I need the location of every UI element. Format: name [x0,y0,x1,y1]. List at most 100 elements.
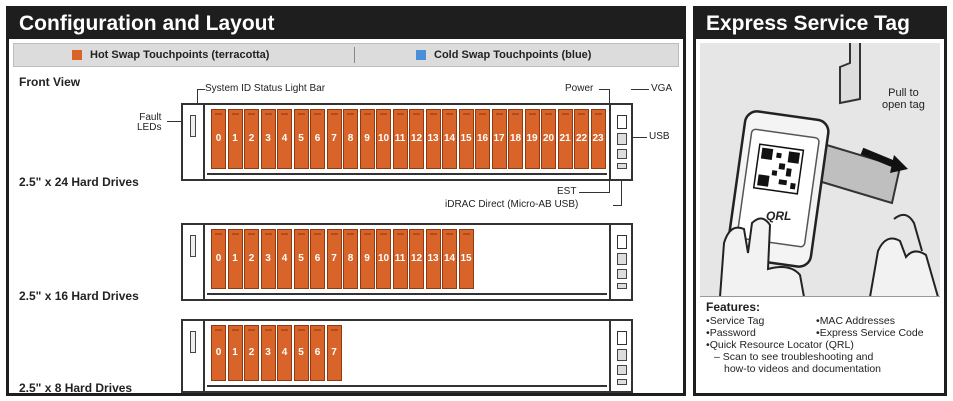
drive-bay-handle [264,233,272,235]
drive-bay-number: 16 [476,133,489,144]
drive-bay-number: 1 [232,347,238,358]
express-service-tag-title: Express Service Tag [696,9,944,39]
legend-cold-swap-label: Cold Swap Touchpoints (blue) [434,49,592,61]
feature-qrl-note-1: – Scan to see troubleshooting and [714,351,874,363]
service-tag-drawing [719,43,939,296]
drive-bay-number: 7 [331,133,337,144]
drive-bay-handle [264,113,272,115]
drive-bay-handle [396,113,404,115]
drive-bay: 20 [541,109,556,169]
pull-label-line2: open tag [882,99,925,111]
qr-code-icon [752,143,805,195]
drive-bay: 14 [442,109,457,169]
front-view-label: Front View [19,75,81,89]
drive-bay: 9 [359,109,375,169]
pull-label: Pull to open tag [882,87,925,111]
drive-bay-number: 7 [331,347,337,358]
drive-bay-number: 4 [281,253,288,264]
fault-leds-line2: LEDs [137,122,162,133]
feature-mac-addresses: MAC Addresses [816,315,895,327]
drive-bay: 14 [442,229,457,289]
chassis-bottom-rail [207,173,607,175]
drive-bay-number: 0 [215,253,222,264]
qrl-label: QRL [766,209,792,223]
drive-bay: 7 [326,229,342,289]
drive-bay: 13 [425,229,441,289]
features-list: Features: Service Tag MAC Addresses Pass… [706,301,924,375]
features-row-1: Service Tag MAC Addresses [706,315,924,327]
drive-bay-number: 5 [298,253,304,264]
drive-bay-number: 8 [347,133,354,144]
drive-bay: 6 [310,109,325,169]
drive-bay: 13 [425,109,441,169]
drive-bay-handle [248,113,255,115]
drive-bay: 15 [458,109,474,169]
service-tag-illustration: Pull to open tag QRL [700,43,940,297]
drive-bay: 1 [227,229,243,289]
drive-bay-handle [380,113,387,115]
drive-bay-number: 1 [232,253,238,264]
feature-service-tag: Service Tag [706,315,816,327]
drive-bay-number: 11 [394,253,406,264]
vga-port [617,253,627,265]
drive-bay-handle [314,113,321,115]
drive-bay-number: 0 [215,347,222,358]
drive-bay: 8 [343,229,358,289]
drive-bay-number: 22 [575,133,588,144]
power-leader [599,89,609,90]
power-button [617,235,627,249]
feature-qrl-note-2: how-to videos and documentation [724,363,882,375]
left-control-panel [181,319,205,393]
config-label-8: 2.5" x 8 Hard Drives [19,381,133,395]
drive-bay-number: 15 [460,133,472,144]
drive-bay-number: 1 [232,133,238,144]
drive-bay-number: 7 [331,253,337,264]
idrac-port [617,283,627,289]
right-control-panel [609,319,633,393]
drive-bay-number: 13 [427,253,439,264]
drive-bay-number: 3 [265,253,271,264]
drive-bay: 3 [260,325,276,381]
drive-bay-handle [231,233,239,235]
drive-bay: 21 [557,109,573,169]
drive-bay: 12 [409,229,424,289]
drive-bay: 5 [293,109,309,169]
est-callout: EST [557,186,577,197]
touchpoint-legend: Hot Swap Touchpoints (terracotta) Cold S… [13,43,679,67]
drive-bay-handle [248,329,255,331]
drive-bay-handle [429,113,437,115]
drive-bay-number: 3 [265,133,271,144]
drive-bay-handle [215,233,222,235]
system-id-leader [197,89,205,90]
feature-express-service-code: Express Service Code [816,327,924,339]
fault-leds [190,235,196,257]
drive-bay-handle [429,233,437,235]
drive-bay-number: 6 [314,253,321,264]
drive-bay: 6 [310,325,325,381]
fault-leds [190,331,196,353]
drive-bay-handle [264,329,272,331]
left-control-panel [181,223,205,301]
power-callout: Power [565,83,594,94]
drive-bay-handle [446,113,453,115]
drive-bay: 23 [590,109,606,169]
drive-bay: 16 [475,109,490,169]
legend-hot-swap: Hot Swap Touchpoints (terracotta) [72,49,269,61]
drive-bay-handle [215,113,222,115]
drive-bay: 7 [326,109,342,169]
cold-swap-swatch [416,50,426,60]
fault-leds [190,115,196,137]
drive-bay: 11 [392,229,408,289]
drive-bay-handle [380,233,387,235]
drive-bay: 18 [508,109,523,169]
drive-bay: 5 [293,229,309,289]
drive-bay-number: 20 [542,133,555,144]
drive-bay-handle [545,113,552,115]
chassis-bottom-rail [207,385,607,387]
drive-bay-number: 3 [265,347,271,358]
drive-bay: 6 [310,229,325,289]
drive-bay-handle [363,233,371,235]
configuration-title: Configuration and Layout [9,9,683,39]
config-label-24: 2.5" x 24 Hard Drives [19,175,139,189]
drive-bay: 4 [277,325,292,381]
